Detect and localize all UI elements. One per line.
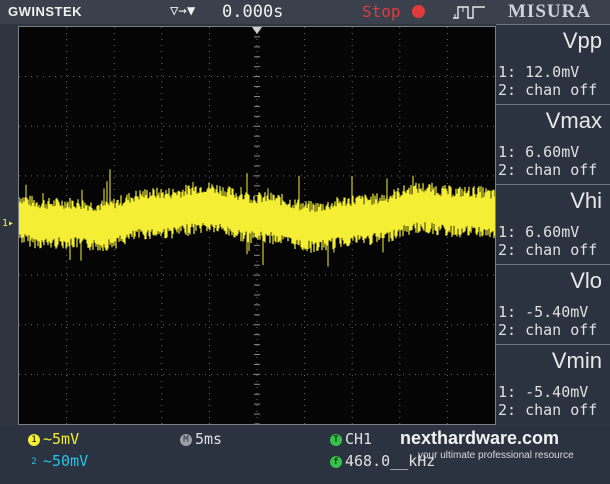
stop-indicator-icon bbox=[412, 5, 425, 18]
trigger-source-value: CH1 bbox=[345, 430, 373, 448]
trigger-badge: T bbox=[330, 433, 342, 446]
freq-badge: f bbox=[330, 455, 342, 468]
brand-logo: GWINSTEK bbox=[8, 4, 83, 19]
watermark-tagline: your ultimate professional resource bbox=[418, 450, 574, 461]
measurement-ch1-value: 1: -5.40mV bbox=[498, 303, 589, 321]
watermark-logo: nexthardware.com bbox=[400, 428, 560, 448]
graticule bbox=[19, 27, 495, 424]
trigger-position-indicator: ▽→▼ bbox=[170, 3, 196, 19]
measurement-ch1-value: 1: 6.60mV bbox=[498, 223, 580, 241]
measurement-panel: Vpp 1: 12.0mV 2: chan off Vmax 1: 6.60mV 2: c… bbox=[496, 24, 610, 424]
trigger-edge-icon bbox=[453, 6, 485, 19]
measurement-title: Vpp bbox=[562, 28, 602, 53]
ch1-scale-value: ~5mV bbox=[43, 430, 80, 448]
run-state-label: Stop bbox=[362, 2, 401, 21]
measurement-vmax[interactable]: Vmax 1: 6.60mV 2: chan off bbox=[496, 104, 610, 182]
measurement-ch2-value: 2: chan off bbox=[498, 81, 598, 99]
ch2-scale-readout[interactable]: 2 ~50mV bbox=[28, 452, 88, 470]
measurement-vlo[interactable]: Vlo 1: -5.40mV 2: chan off bbox=[496, 264, 610, 342]
top-status-bar: GWINSTEK ▽→▼ 0.000s Stop MISURA bbox=[0, 0, 610, 24]
measurement-vpp[interactable]: Vpp 1: 12.0mV 2: chan off bbox=[496, 24, 610, 102]
measurement-ch1-value: 1: 12.0mV bbox=[498, 63, 580, 81]
measurement-title: Vmin bbox=[551, 348, 602, 373]
timebase-value: 5ms bbox=[195, 430, 223, 448]
measurement-vmin[interactable]: Vmin 1: -5.40mV 2: chan off bbox=[496, 344, 610, 422]
measurement-ch2-value: 2: chan off bbox=[498, 161, 598, 179]
timebase-badge: M bbox=[180, 433, 192, 446]
misura-label: MISURA bbox=[508, 1, 592, 22]
waveform-display[interactable] bbox=[18, 26, 496, 425]
measurement-ch2-value: 2: chan off bbox=[498, 241, 598, 259]
measurement-title: Vhi bbox=[570, 188, 602, 213]
ch1-waveform bbox=[19, 182, 495, 253]
timebase-readout[interactable]: M 5ms bbox=[180, 430, 222, 448]
measurement-ch2-value: 2: chan off bbox=[498, 321, 598, 339]
ch2-scale-value: ~50mV bbox=[43, 452, 89, 470]
measurement-ch1-value: 1: -5.40mV bbox=[498, 383, 589, 401]
ch1-ground-marker[interactable]: 1▸ bbox=[2, 218, 14, 229]
measurement-ch2-value: 2: chan off bbox=[498, 401, 598, 419]
measurement-title: Vmax bbox=[545, 108, 602, 133]
measurement-ch1-value: 1: 6.60mV bbox=[498, 143, 580, 161]
ch2-badge: 2 bbox=[31, 456, 37, 467]
ch1-scale-readout[interactable]: 1 ~5mV bbox=[28, 430, 79, 448]
measurement-title: Vlo bbox=[570, 268, 602, 293]
ch1-badge: 1 bbox=[28, 433, 40, 446]
time-offset-readout: 0.000s bbox=[222, 2, 284, 22]
trigger-source-readout[interactable]: T CH1 bbox=[330, 430, 372, 448]
measurement-vhi[interactable]: Vhi 1: 6.60mV 2: chan off bbox=[496, 184, 610, 262]
